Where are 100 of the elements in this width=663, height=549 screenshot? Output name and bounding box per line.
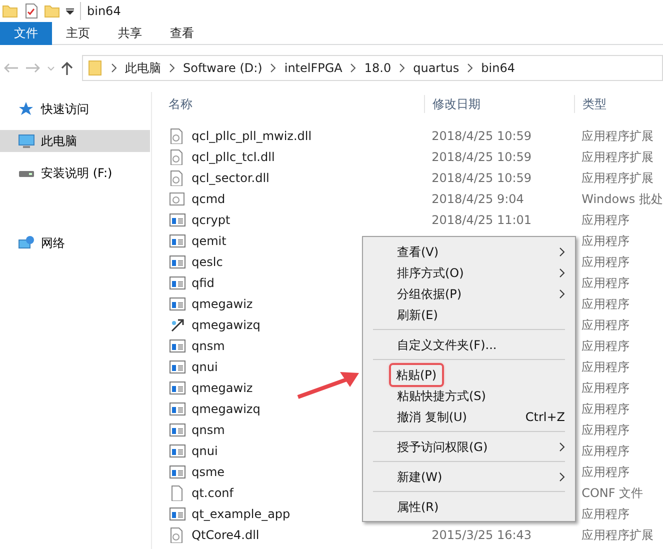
type-cell: 应用程序 [582, 360, 630, 374]
date-cell: 2018/4/25 11:01 [432, 212, 532, 226]
type-cell: CONF 文件 [582, 486, 644, 500]
file-name[interactable]: qcl_sector.dll [192, 168, 270, 186]
application-icon [168, 232, 186, 248]
application-icon [168, 422, 186, 438]
menu-item[interactable]: 自定义文件夹(F)... [363, 334, 575, 355]
file-name[interactable]: qcl_pllc_pll_mwiz.dll [192, 126, 312, 144]
type-cell: 应用程序 [582, 444, 630, 458]
application-icon [168, 358, 186, 374]
type-cell: 应用程序 [582, 422, 630, 436]
file-name[interactable]: qeslc [192, 252, 223, 270]
menu-item[interactable]: 刷新(E) [363, 304, 575, 325]
breadcrumb-link[interactable]: 18.0 [364, 59, 392, 77]
chevron-icon [169, 63, 175, 73]
menu-item[interactable]: 新建(W) [363, 466, 575, 487]
chevron-icon [399, 63, 406, 73]
ribbon-tab[interactable]: 查看 [156, 22, 208, 45]
date-cell: 2018/4/25 9:04 [432, 192, 524, 206]
type-cell: Windows 批处 [582, 192, 663, 206]
breadcrumb-link[interactable]: Software (D:) [183, 59, 262, 77]
shortcut-icon [168, 316, 186, 332]
menu-item[interactable]: 粘贴(P) [363, 364, 575, 385]
file-name[interactable]: qmegawiz [192, 294, 253, 312]
type-cell: 应用程序 [582, 402, 630, 416]
menu-item[interactable]: 粘贴快捷方式(S) [363, 385, 575, 406]
type-cell: 应用程序扩展 [582, 170, 654, 184]
chevron-icon [467, 63, 474, 73]
type-cell: 应用程序 [582, 296, 630, 310]
menu-item[interactable]: 查看(V) [363, 241, 575, 262]
file-name[interactable]: qt.conf [192, 484, 234, 502]
file-name[interactable]: qnui [192, 358, 218, 376]
dropdown-icon [47, 66, 55, 70]
chevron-icon [111, 63, 117, 73]
sidebar-item[interactable]: 快速访问 [0, 98, 150, 120]
type-cell: 应用程序 [582, 506, 630, 520]
type-cell: 应用程序 [582, 254, 630, 268]
folder-icon [87, 59, 103, 77]
computer-icon [18, 133, 35, 149]
type-cell: 应用程序扩展 [582, 128, 654, 142]
file-name[interactable]: qcmd [192, 190, 226, 208]
breadcrumb-link[interactable]: quartus [413, 59, 460, 77]
breadcrumb-link[interactable]: bin64 [481, 59, 515, 77]
date-cell: 2015/3/25 16:43 [432, 528, 532, 542]
star-icon [18, 101, 35, 117]
file-name[interactable]: qmegawizq [192, 400, 260, 418]
menu-item[interactable]: 排序方式(O) [363, 262, 575, 283]
shortcut-text: Ctrl+Z [525, 408, 565, 426]
type-cell: 应用程序 [582, 338, 630, 352]
sidebar-item[interactable]: 此电脑 [0, 130, 150, 152]
application-icon [168, 296, 186, 312]
sidebar-item[interactable]: 网络 [0, 232, 150, 254]
file-name[interactable]: qemit [192, 232, 226, 250]
dropdown-icon [66, 7, 74, 15]
menu-item[interactable]: 属性(R) [363, 496, 575, 517]
breadcrumb-link[interactable]: intelFPGA [284, 59, 342, 77]
file-name[interactable]: qmegawizq [192, 316, 260, 334]
chevron-icon [350, 63, 356, 73]
network-icon [18, 235, 35, 251]
file-name[interactable]: qt_example_app [192, 504, 290, 522]
application-icon [168, 442, 186, 458]
annotation-arrow [296, 370, 360, 400]
type-cell: 应用程序 [582, 318, 630, 332]
type-cell: 应用程序 [582, 464, 630, 478]
type-cell: 应用程序扩展 [582, 150, 654, 164]
sidebar-item[interactable]: 安装说明 (F:) [0, 162, 150, 184]
file-name[interactable]: qsme [192, 462, 225, 480]
application-icon [168, 506, 186, 522]
address-bar[interactable]: 此电脑 Software (D:) intelFPGA 18.0 quartus bin64 [82, 55, 663, 81]
column-header[interactable]: 修改日期 [432, 97, 481, 111]
application-icon [168, 274, 186, 290]
file-name[interactable]: qnui [192, 442, 218, 460]
type-cell: 应用程序 [582, 380, 630, 394]
application-icon [168, 400, 186, 416]
date-cell: 2018/4/25 10:59 [432, 150, 532, 164]
type-cell: 应用程序扩展 [582, 528, 654, 542]
highlight-box: 粘贴(P) [390, 364, 443, 386]
document-check-icon [24, 3, 38, 19]
column-header[interactable]: 类型 [582, 97, 607, 111]
file-name[interactable]: qcrypt [192, 210, 230, 228]
menu-item[interactable]: 撤消 复制(U) Ctrl+Z [363, 406, 575, 427]
batch-file-icon [168, 190, 186, 206]
type-cell: 应用程序 [582, 212, 630, 226]
menu-item[interactable]: 授予访问权限(G) [363, 436, 575, 457]
ribbon-tab[interactable]: 文件 [0, 22, 52, 45]
file-name[interactable]: qfid [192, 274, 214, 292]
menu-item[interactable]: 分组依据(P) [363, 283, 575, 304]
ribbon-tab[interactable]: 主页 [52, 22, 104, 45]
file-name[interactable]: qnsm [192, 420, 225, 438]
breadcrumb-link[interactable]: 此电脑 [125, 59, 161, 77]
file-name[interactable]: qmegawiz [192, 378, 253, 396]
folder-icon [44, 3, 60, 19]
ribbon-tab[interactable]: 共享 [104, 22, 156, 45]
application-icon [168, 380, 186, 396]
column-header[interactable]: 名称 [168, 97, 193, 111]
application-icon [168, 212, 186, 228]
file-name[interactable]: qcl_pllc_tcl.dll [192, 148, 275, 166]
file-name[interactable]: qnsm [192, 336, 225, 354]
folder-icon [2, 3, 18, 19]
file-name[interactable]: QtCore4.dll [192, 526, 260, 544]
